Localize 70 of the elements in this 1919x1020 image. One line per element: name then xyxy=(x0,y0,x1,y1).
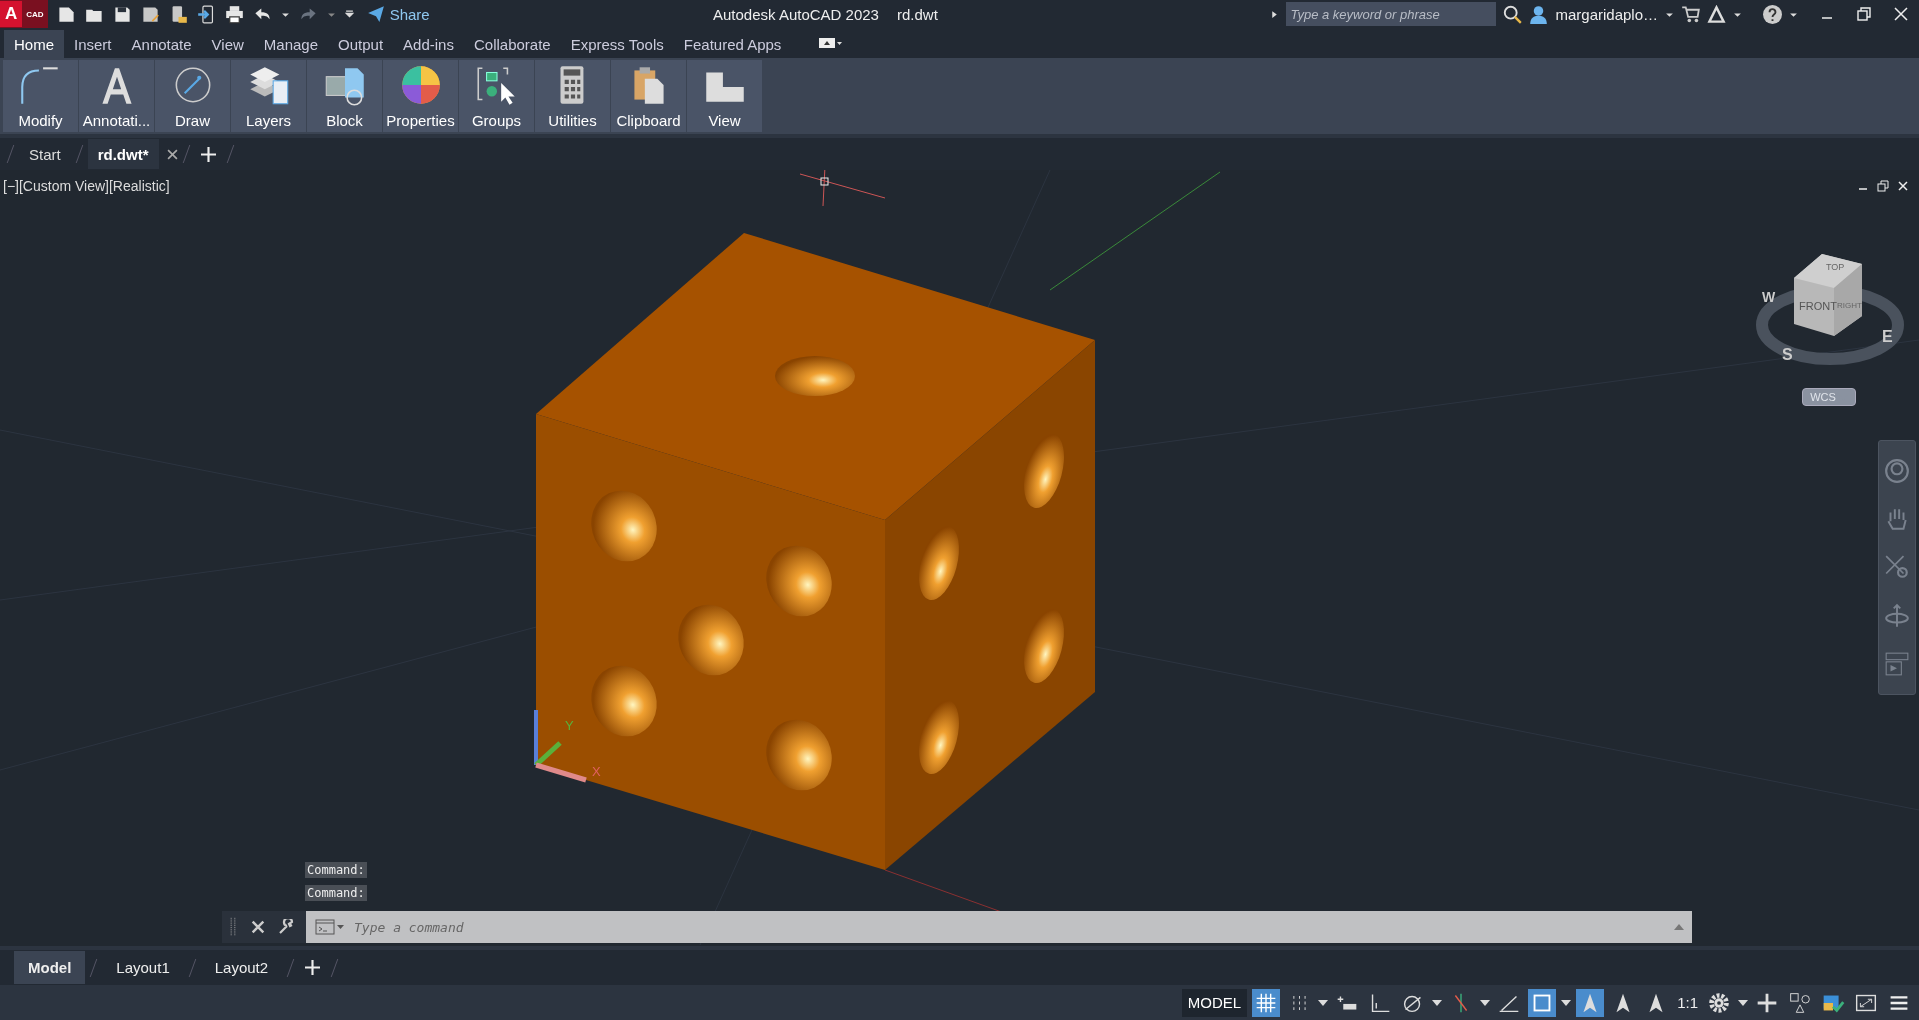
grip-icon[interactable] xyxy=(230,916,236,938)
help-icon[interactable] xyxy=(1763,4,1782,24)
caret-icon[interactable] xyxy=(1432,999,1443,1006)
user-name[interactable]: margaridaplo… xyxy=(1555,5,1658,23)
ribbon-tab[interactable]: Express Tools xyxy=(560,30,674,58)
app-title: Autodesk AutoCAD 2023 xyxy=(713,5,879,23)
ribbon-panel-button[interactable]: Annotati... xyxy=(79,60,154,132)
new-layout-icon[interactable] xyxy=(305,960,321,975)
ribbon-panel-button[interactable]: Properties xyxy=(383,60,458,132)
ribbon-panel-button[interactable]: Groups xyxy=(459,60,534,132)
paper-plane-icon xyxy=(366,5,385,23)
ribbon-panel-button[interactable]: View xyxy=(687,60,762,132)
cart-icon[interactable] xyxy=(1681,4,1700,24)
ribbon-panel-button[interactable]: Block xyxy=(307,60,382,132)
file-name: rd.dwt xyxy=(896,5,938,23)
orbit-icon[interactable] xyxy=(1884,602,1910,629)
import-icon[interactable] xyxy=(196,4,216,24)
print-icon[interactable] xyxy=(224,4,244,24)
grid-icon[interactable] xyxy=(1252,988,1281,1017)
restore-icon[interactable] xyxy=(1877,180,1889,192)
layout-tab[interactable]: Model xyxy=(14,951,86,984)
annotation-scale-button[interactable]: 1:1 xyxy=(1675,988,1700,1017)
steering-wheel-icon[interactable] xyxy=(1884,458,1910,485)
ribbon-panel-button[interactable]: Draw xyxy=(155,60,230,132)
ribbon-tab[interactable]: Collaborate xyxy=(463,30,561,58)
ribbon-panel-button[interactable]: Clipboard xyxy=(611,60,686,132)
ribbon-tab[interactable]: Insert xyxy=(64,30,122,58)
annovis-icon[interactable] xyxy=(1576,988,1605,1017)
file-tab[interactable]: Start xyxy=(19,139,71,169)
new-tab-icon[interactable] xyxy=(200,146,216,162)
customize-icon[interactable] xyxy=(344,9,354,19)
layout-tab[interactable]: Layout2 xyxy=(200,951,283,984)
close-icon[interactable] xyxy=(250,919,266,935)
ribbon-tab[interactable]: Featured Apps xyxy=(673,30,792,58)
expand-arrow-icon[interactable] xyxy=(1270,9,1280,19)
triangle-nodes-icon[interactable] xyxy=(1707,4,1726,24)
search-field[interactable]: Type a keyword or phrase xyxy=(1286,2,1497,26)
close-tab-icon[interactable] xyxy=(166,148,178,160)
new-file-icon[interactable] xyxy=(56,4,76,24)
user-icon[interactable] xyxy=(1529,4,1549,24)
command-line-field[interactable]: Type a command xyxy=(306,911,1692,943)
layout-tab[interactable]: Layout1 xyxy=(102,951,184,984)
select-icon[interactable] xyxy=(1528,988,1557,1017)
save-icon[interactable] xyxy=(112,4,132,24)
model-space-button[interactable]: MODEL xyxy=(1181,988,1248,1017)
ribbon-panel-button[interactable]: Modify xyxy=(3,60,78,132)
ribbon-tab[interactable]: Add-ins xyxy=(393,30,464,58)
ribbon-tab[interactable]: View xyxy=(201,30,254,58)
share-button[interactable]: Share xyxy=(362,5,434,23)
viewport-controls-label[interactable]: [−][Custom View][Realistic] xyxy=(3,178,170,194)
showmotion-icon[interactable] xyxy=(1884,650,1910,677)
caret-icon[interactable] xyxy=(1480,999,1491,1006)
ribbon-panel-button[interactable]: Utilities xyxy=(535,60,610,132)
search-icon[interactable] xyxy=(1503,4,1523,24)
save-as-icon[interactable] xyxy=(140,4,160,24)
file-tab[interactable]: rd.dwt* xyxy=(87,139,159,169)
ribbon-tab[interactable]: Home xyxy=(4,30,64,58)
caret-icon[interactable] xyxy=(1561,999,1572,1006)
zoom-extents-icon[interactable] xyxy=(1884,554,1910,581)
ribbon-tab[interactable]: Manage xyxy=(253,30,329,58)
restore-icon[interactable] xyxy=(1856,6,1872,22)
ribbon-panel-button[interactable]: Layers xyxy=(231,60,306,132)
panel-toggle-icon xyxy=(817,36,844,49)
caret-icon[interactable] xyxy=(1738,999,1748,1006)
ribbon-tab[interactable]: Output xyxy=(328,30,394,58)
ribbon-tab[interactable]: Annotate xyxy=(121,30,202,58)
terminal-icon[interactable] xyxy=(314,919,346,935)
caret-icon[interactable] xyxy=(1318,999,1329,1006)
wrench-icon[interactable] xyxy=(278,919,294,935)
app-logo[interactable]: A CAD xyxy=(0,0,48,28)
